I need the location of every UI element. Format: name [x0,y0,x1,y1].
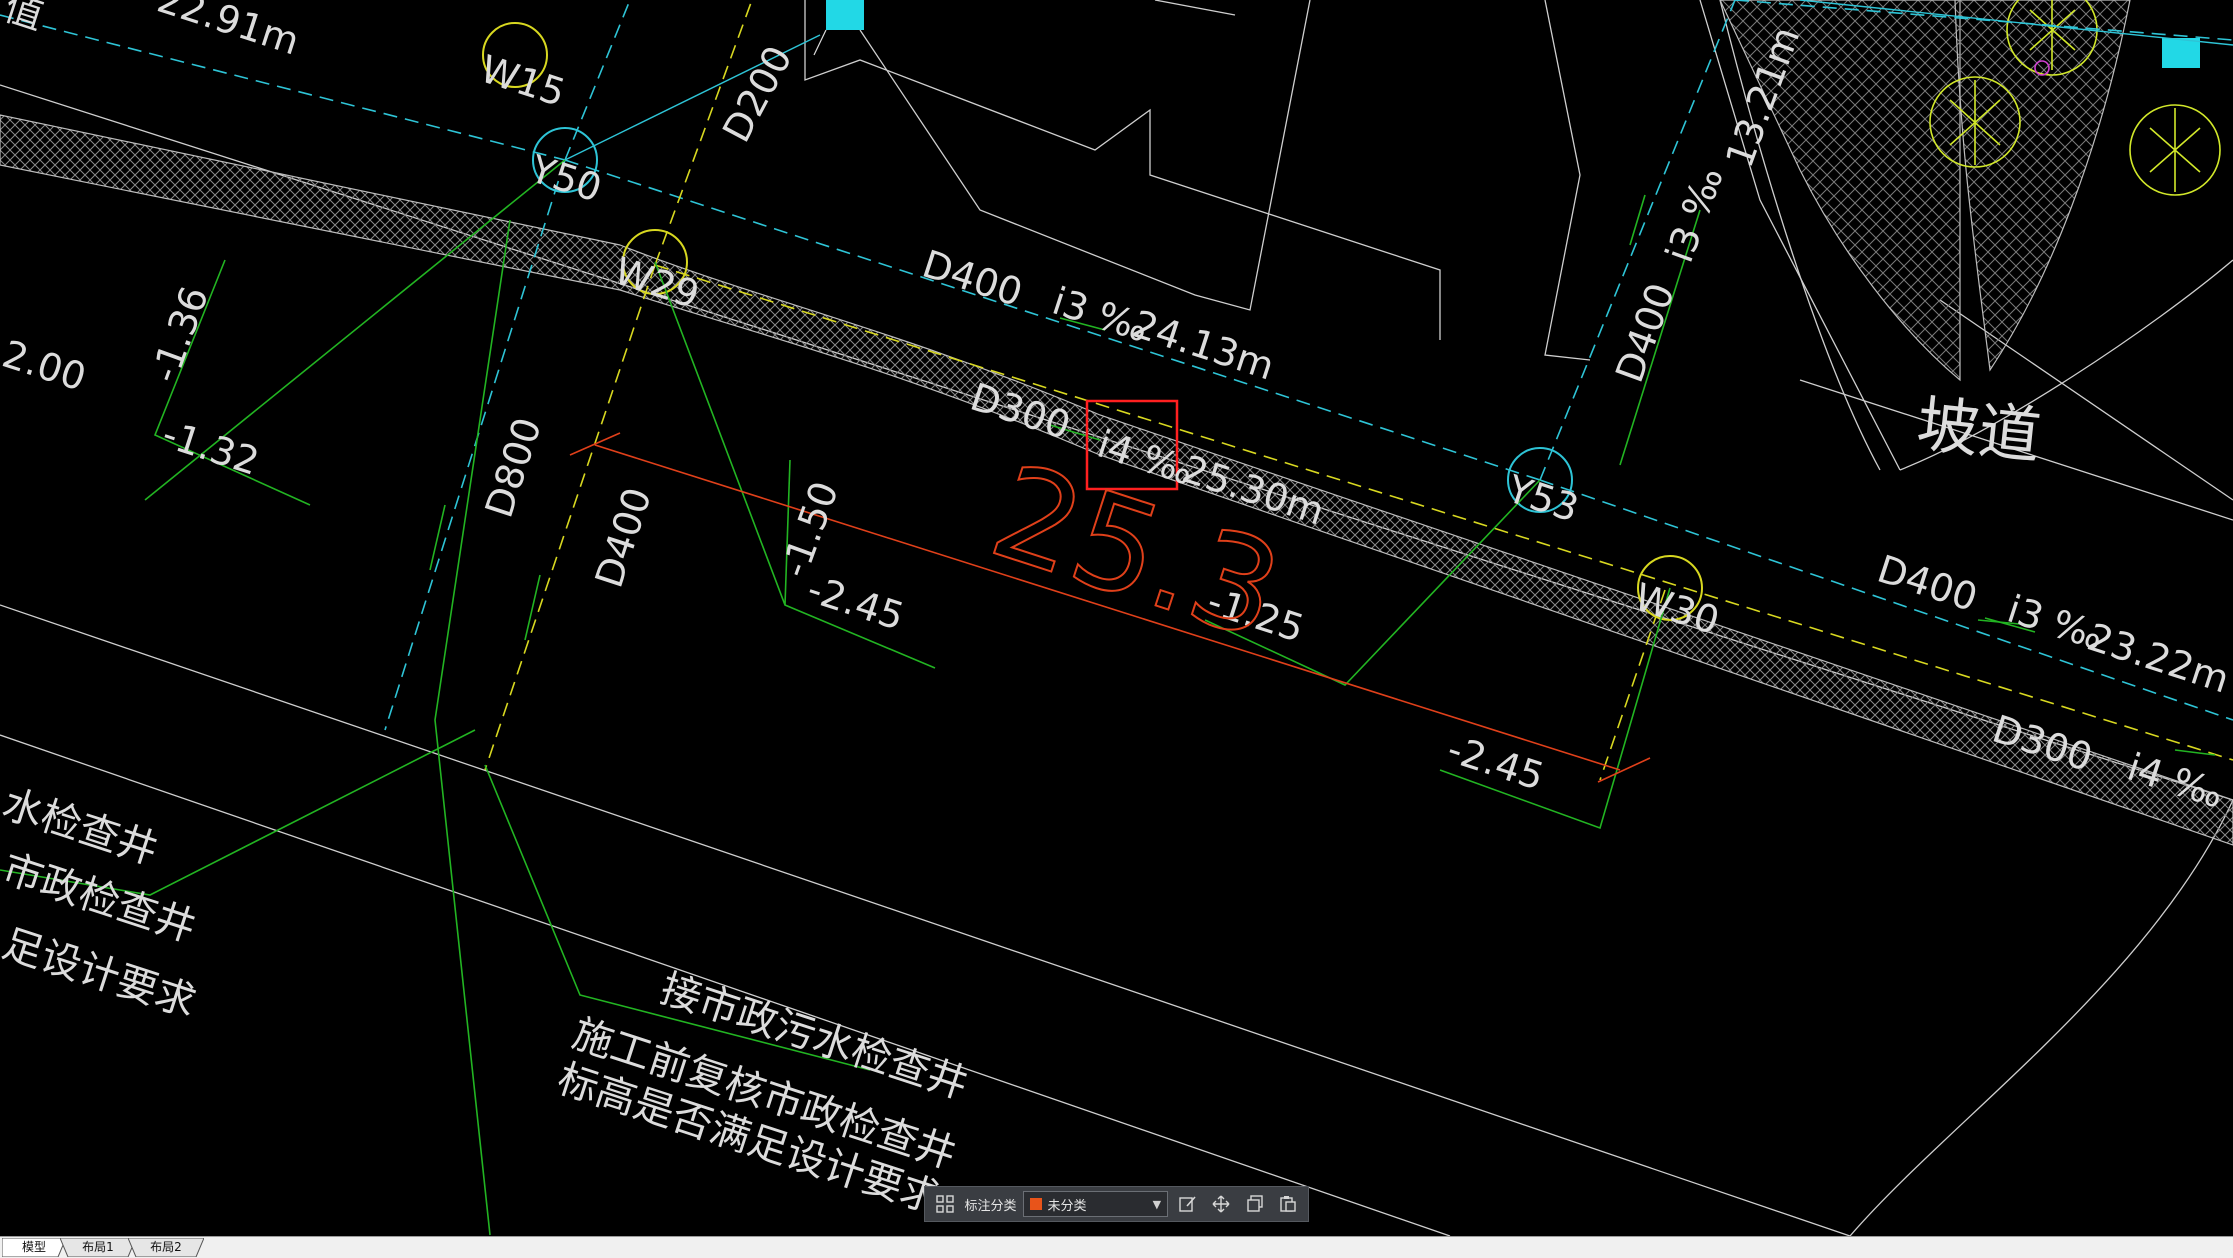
copy-icon[interactable] [1241,1190,1268,1218]
annotation-toolbar: 标注分类 未分类 ▼ [924,1186,1309,1222]
elevation-4: -1.50 [772,476,847,583]
category-selected-value: 未分类 [1047,1198,1087,1214]
move-icon[interactable] [1208,1190,1235,1218]
tab-layout1[interactable]: 布局1 [60,1238,136,1257]
label-length-top-left: 22.91m [152,0,304,64]
elevation-7: -2.45 [1442,727,1549,799]
paste-icon[interactable] [1275,1190,1302,1218]
label-length-right: 23.22m [2082,615,2233,702]
label-d800: D800 [477,412,550,522]
elevation-1: -1.36 [142,281,217,388]
cad-drawing-canvas[interactable]: 值 22.91m W15 Y50 D200 W29 D400 i3 ‰ 24.1… [0,0,2233,1236]
layout-grid-icon[interactable] [931,1190,958,1218]
edit-icon[interactable] [1174,1190,1201,1218]
ramp-label: 坡道 [1913,387,2044,473]
label-corner: 值 [0,0,49,38]
label-d400-right-vertical: D400 [1607,277,1683,388]
elevation-2: -1.32 [157,412,264,484]
label-length-upper: 24.13m [1127,302,1279,389]
label-d200: D200 [714,39,801,150]
elevation-5: -2.45 [802,567,909,639]
annotation-category-select[interactable]: 未分类 ▼ [1022,1191,1169,1217]
tab-model[interactable]: 模型 [2,1238,66,1257]
chevron-down-icon: ▼ [1152,1197,1162,1211]
label-d400-vertical: D400 [587,482,660,592]
label-d400-right: D400 [1872,547,1982,620]
label-w29: W29 [609,249,704,317]
tab-layout2[interactable]: 布局2 [128,1238,204,1257]
label-y50: Y50 [524,146,607,210]
annotation-category-label: 标注分类 [964,1198,1017,1214]
layout-tab-bar: 模型 布局1 布局2 [0,1236,2233,1258]
label-d400-upper: D400 [917,242,1027,315]
category-color-swatch [1029,1198,1042,1210]
label-slope-right-vertical: i3 ‰ [1657,161,1732,268]
label-w15: W15 [475,47,570,115]
elevation-3: 2.00 [0,332,91,400]
